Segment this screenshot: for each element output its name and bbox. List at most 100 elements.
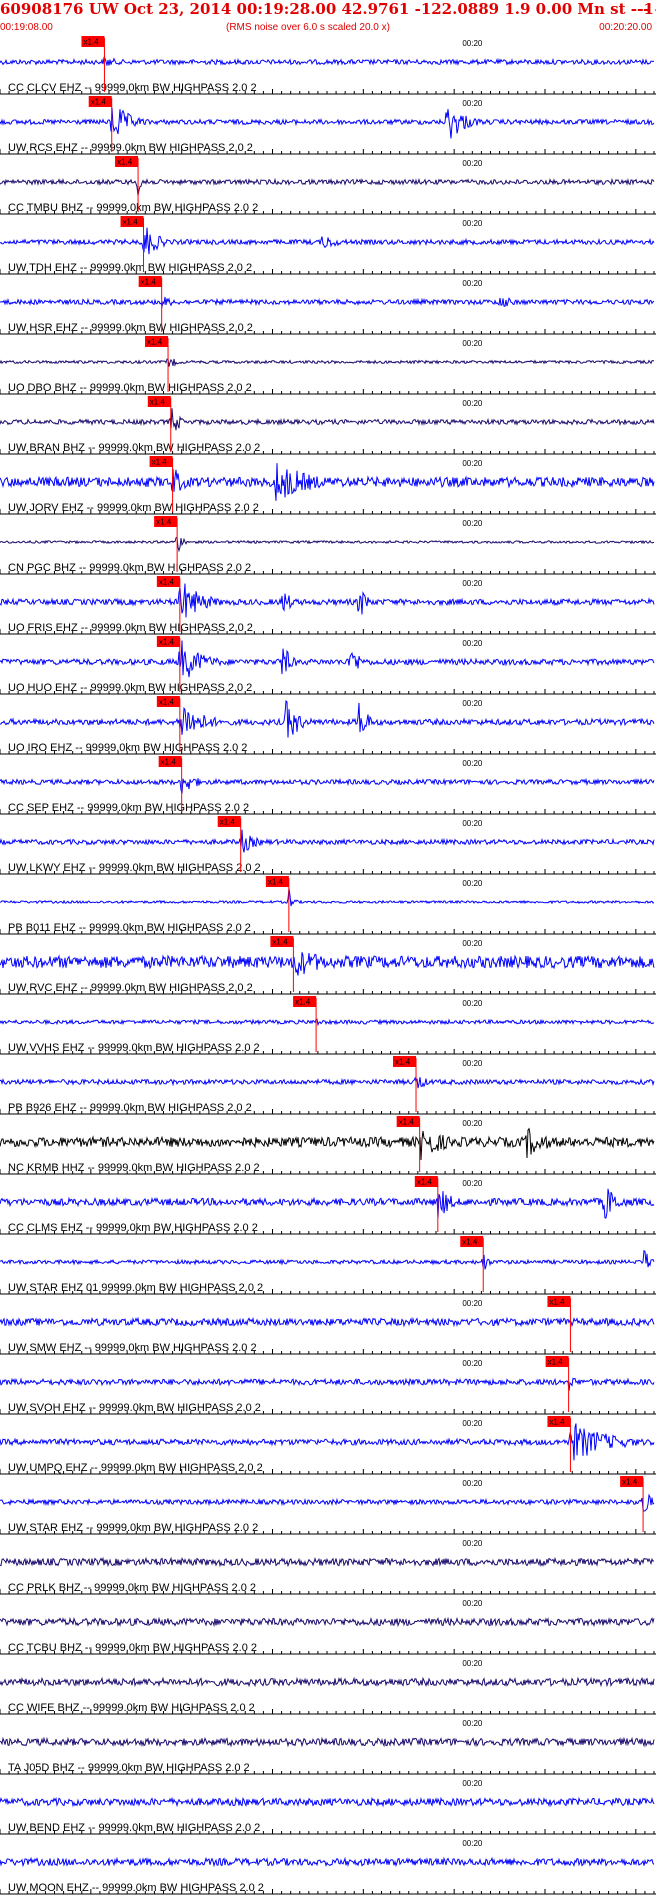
- time-tick-label: 00:20: [462, 819, 483, 828]
- trace-label: PB B011 EHZ -- 99999.0km BW HIGHPASS 2.0…: [8, 922, 251, 934]
- pick-marker-label: x1.4: [462, 1238, 478, 1247]
- waveform-trace: [0, 1188, 655, 1219]
- pick-marker-label: x1.4: [159, 638, 175, 647]
- pick-marker-label: x1.4: [295, 998, 311, 1007]
- waveform-trace: [0, 1556, 655, 1568]
- time-tick-label: 00:20: [462, 339, 483, 348]
- pick-marker-label: x1.4: [549, 1298, 565, 1307]
- trace-label: CC SEP EHZ -- 99999.0km BW HIGHPASS 2.0 …: [8, 802, 249, 814]
- time-tick-label: 00:20: [462, 1059, 483, 1068]
- time-tick-label: 00:20: [462, 1479, 483, 1488]
- waveform-trace: [0, 1736, 655, 1748]
- trace-label: PB B926 EHZ -- 99999.0km BW HIGHPASS 2.0…: [8, 1102, 252, 1114]
- pick-marker-label: x1.4: [268, 878, 284, 887]
- waveform-trace: [0, 1127, 655, 1161]
- pick-marker-label: x1.4: [150, 398, 166, 407]
- waveform-trace: [0, 952, 655, 976]
- plot-header: 60908176 UW Oct 23, 2014 00:19:28.00 42.…: [0, 0, 656, 36]
- time-tick-label: 00:20: [462, 1299, 483, 1308]
- time-tick-label: 00:20: [462, 1359, 483, 1368]
- waveform-trace: [0, 177, 655, 196]
- trace-label: UW RVC EHZ -- 99999.0km BW HIGHPASS 2.0 …: [8, 982, 253, 994]
- pick-marker-label: x1.4: [83, 38, 99, 47]
- trace-label: UW RCS EHZ -- 99999.0km BW HIGHPASS 2.0 …: [8, 142, 253, 154]
- waveform-trace: [0, 296, 655, 309]
- waveform-trace: [0, 1676, 655, 1688]
- waveform-trace: [0, 1249, 655, 1270]
- time-tick-label: 00:20: [462, 879, 483, 888]
- pick-marker-label: x1.4: [395, 1058, 411, 1067]
- trace-label: UO IRO EHZ -- 99999.0km BW HIGHPASS 2.0 …: [8, 742, 247, 754]
- waveform-trace: [0, 463, 655, 501]
- seismogram-plot: 00:20 CC CLCV EHZ -- 99999.0km BW HIGHPAS…: [0, 36, 656, 1895]
- pick-marker-label: x1.4: [161, 758, 177, 767]
- trace-label: UW STAR EHZ 01 99999.0km BW HIGHPASS 2.0…: [8, 1282, 263, 1294]
- waveform-trace: [0, 56, 655, 67]
- time-tick-label: 00:20: [462, 1539, 483, 1548]
- pick-marker-label: x1.4: [159, 578, 175, 587]
- pick-marker-label: x1.4: [152, 458, 168, 467]
- time-tick-label: 00:20: [462, 639, 483, 648]
- trace-label: CC CLCV EHZ -- 99999.0km BW HIGHPASS 2.0…: [8, 82, 257, 94]
- time-tick-label: 00:20: [462, 159, 483, 168]
- trace-label: NC KRMB HHZ -- 99999.0km BW HIGHPASS 2.0…: [8, 1162, 260, 1174]
- trace-label: UO HUO EHZ -- 99999.0km BW HIGHPASS 2.0 …: [8, 682, 252, 694]
- time-tick-label: 00:20: [462, 39, 483, 48]
- waveform-trace: [0, 1423, 655, 1461]
- time-tick-label: 00:20: [462, 1419, 483, 1428]
- trace-label: UW HSR EHZ -- 99999.0km BW HIGHPASS 2.0 …: [8, 322, 253, 334]
- trace-label: CC CLMS EHZ -- 99999.0km BW HIGHPASS 2.0…: [8, 1222, 258, 1234]
- pick-marker-label: x1.4: [117, 158, 133, 167]
- time-tick-label: 00:20: [462, 579, 483, 588]
- waveform-trace: [0, 888, 655, 907]
- trace-label: UO FRIS EHZ -- 99999.0km BW HIGHPASS 2.0…: [8, 622, 253, 634]
- waveform-trace: [0, 1076, 655, 1089]
- time-tick-label: 00:20: [462, 699, 483, 708]
- time-tick-label: 00:20: [462, 399, 483, 408]
- trace-label: UW TDH EHZ -- 99999.0km BW HIGHPASS 2.0 …: [8, 262, 252, 274]
- waveform-trace: [0, 1796, 655, 1808]
- waveform-trace: [0, 408, 655, 431]
- waveform-trace: [0, 777, 655, 794]
- event-flag: -1: [637, 0, 654, 18]
- waveform-trace: [0, 1856, 655, 1868]
- pick-marker-label: x1.4: [91, 98, 107, 107]
- trace-label: CC TMBU BHZ -- 99999.0km BW HIGHPASS 2.0…: [8, 202, 258, 214]
- waveform-trace: [0, 829, 655, 853]
- end-time: 00:20:20.00: [599, 22, 652, 33]
- time-tick-label: 00:20: [462, 519, 483, 528]
- trace-label: UW MOON EHZ -- 99999.0km BW HIGHPASS 2.0…: [8, 1882, 264, 1894]
- time-tick-label: 00:20: [462, 1839, 483, 1848]
- trace-label: UW VVHS EHZ -- 99999.0km BW HIGHPASS 2.0…: [8, 1042, 260, 1054]
- start-time: 00:19:08.00: [0, 22, 53, 33]
- time-tick-label: 00:20: [462, 1779, 483, 1788]
- waveform-trace: [0, 107, 655, 139]
- waveform-trace: [0, 358, 655, 367]
- time-tick-label: 00:20: [462, 759, 483, 768]
- waveform-trace: [0, 227, 655, 255]
- trace-label: UW SMW EHZ -- 99999.0km BW HIGHPASS 2.0 …: [8, 1342, 257, 1354]
- trace-label: UW BEND EHZ -- 99999.0km BW HIGHPASS 2.0…: [8, 1822, 260, 1834]
- time-tick-label: 00:20: [462, 279, 483, 288]
- pick-marker-label: x1.4: [141, 278, 157, 287]
- trace-label: UO DBO BHZ -- 99999.0km BW HIGHPASS 2.0 …: [8, 382, 252, 394]
- pick-marker-label: x1.4: [548, 1358, 564, 1367]
- pick-marker-label: x1.4: [399, 1118, 415, 1127]
- trace-label: UW STAR EHZ -- 99999.0km BW HIGHPASS 2.0…: [8, 1522, 258, 1534]
- waveform-trace: [0, 536, 655, 553]
- pick-marker-label: x1.4: [220, 818, 236, 827]
- pick-marker-label: x1.4: [272, 938, 288, 947]
- pick-marker-label: x1.4: [622, 1478, 638, 1487]
- pick-marker-label: x1.4: [417, 1178, 433, 1187]
- waveform-trace: [0, 583, 655, 618]
- pick-marker-label: x1.4: [159, 698, 175, 707]
- time-tick-label: 00:20: [462, 1179, 483, 1188]
- trace-label: UW JORV EHZ -- 99999.0km BW HIGHPASS 2.0…: [8, 502, 259, 514]
- trace-label: TA J05D BHZ -- 99999.0km BW HIGHPASS 2.0…: [8, 1762, 250, 1774]
- trace-label: UW SVOH EHZ -- 99999.0km BW HIGHPASS 2.0…: [8, 1402, 261, 1414]
- waveform-trace: [0, 640, 655, 678]
- event-title: 60908176 UW Oct 23, 2014 00:19:28.00 42.…: [0, 0, 656, 18]
- time-tick-label: 00:20: [462, 1719, 483, 1728]
- waveform-trace: [0, 1377, 655, 1392]
- time-tick-label: 00:20: [462, 939, 483, 948]
